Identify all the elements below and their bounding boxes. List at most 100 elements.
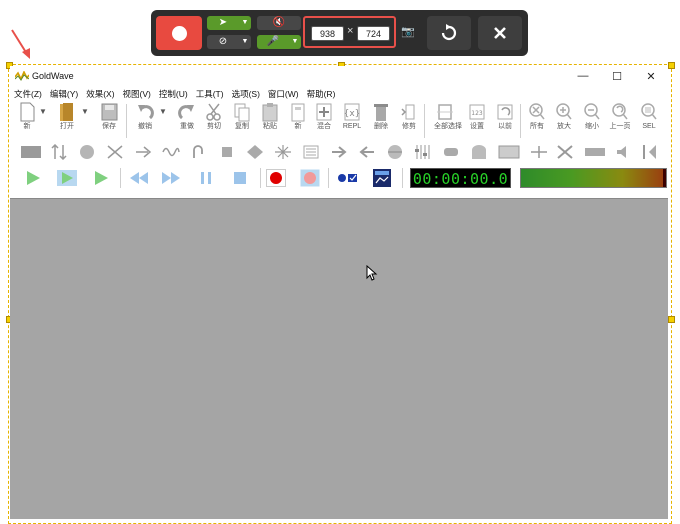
new-button[interactable]: 新 (16, 102, 38, 131)
mixer-sliders-icon[interactable] (414, 144, 432, 160)
main-toolbar: 新 ▼ 打开 ▼ 保存 撤销 ▼ 重做 剪切 复制 粘贴 新 混合 {x} RE… (10, 102, 668, 140)
record-selection-icon[interactable] (300, 169, 320, 187)
menu-help[interactable]: 帮助(R) (307, 88, 336, 100)
copy-icon (234, 103, 250, 122)
wave-icon[interactable] (162, 144, 180, 160)
invert-icon[interactable] (442, 144, 460, 160)
speaker-icon[interactable] (614, 144, 632, 160)
webcam-toggle[interactable]: ⊘ ▼ (207, 35, 251, 49)
times-label: × (347, 25, 354, 37)
chevron-down-icon[interactable]: ▼ (239, 16, 251, 30)
mix-button[interactable]: 混合 (313, 102, 335, 131)
replace-button[interactable]: {x} REPL (341, 102, 363, 131)
undo-dropdown[interactable]: ▼ (158, 102, 168, 122)
delete-button[interactable]: 删除 (370, 102, 392, 131)
copy-button[interactable]: 复制 (231, 102, 253, 131)
record-button[interactable] (156, 16, 202, 50)
reverb-icon[interactable] (530, 144, 548, 160)
menu-view[interactable]: 视图(V) (123, 88, 151, 100)
record-icon[interactable] (266, 169, 286, 187)
microphone-toggle[interactable]: 🎤 ▼ (257, 35, 301, 49)
save-button[interactable]: 保存 (98, 102, 120, 131)
svg-text:123: 123 (471, 110, 483, 117)
menu-tools[interactable]: 工具(T) (196, 88, 224, 100)
menu-window[interactable]: 窗口(W) (268, 88, 299, 100)
goldwave-logo-icon (15, 71, 29, 81)
spectrum-filter-icon[interactable] (498, 144, 520, 160)
toolbar-separator (402, 168, 403, 188)
flange-icon[interactable] (246, 144, 264, 160)
close-window-button[interactable]: ✕ (634, 70, 668, 83)
menu-options[interactable]: 选项(S) (232, 88, 260, 100)
resize-handle[interactable] (668, 316, 675, 323)
visual-settings-icon[interactable] (372, 168, 392, 188)
menu-edit[interactable]: 编辑(Y) (50, 88, 78, 100)
previous-label: 以前 (498, 123, 512, 130)
undo-button[interactable]: 撤销 (134, 102, 156, 131)
zoom-all-button[interactable]: 所有 (526, 102, 548, 131)
noise-reduction-icon[interactable] (470, 144, 488, 160)
workspace-area[interactable] (10, 198, 668, 519)
channel-icon[interactable] (640, 144, 658, 160)
compressor-icon[interactable] (78, 144, 96, 160)
stop-icon[interactable] (232, 170, 248, 186)
height-input[interactable]: 724 (357, 26, 390, 41)
minimize-button[interactable]: — (566, 70, 600, 83)
crossfade-icon[interactable] (106, 144, 124, 160)
select-all-button[interactable]: 全部选择 (434, 102, 462, 131)
reverse-icon[interactable] (190, 144, 208, 160)
width-input[interactable]: 938 (311, 26, 344, 41)
camera-icon[interactable]: 📷 (401, 25, 415, 38)
doppler-icon[interactable] (274, 144, 292, 160)
open-dropdown[interactable]: ▼ (80, 102, 90, 122)
redo-button[interactable]: 重做 (176, 102, 198, 131)
set-button[interactable]: 123 设置 (466, 102, 488, 131)
menu-effects[interactable]: 效果(X) (86, 88, 114, 100)
time-warp-icon[interactable] (584, 144, 606, 160)
new-file-icon (20, 102, 35, 122)
resize-handle[interactable] (668, 62, 675, 69)
cursor-toggle[interactable]: ➤ ▼ (207, 16, 251, 30)
chevron-down-icon[interactable]: ▼ (289, 35, 301, 49)
reset-icon (441, 24, 457, 41)
chevron-down-icon[interactable]: ▼ (239, 35, 251, 49)
zoom-in-button[interactable]: 放大 (553, 102, 575, 131)
trim-button[interactable]: 修剪 (398, 102, 420, 131)
previous-button[interactable]: 以前 (494, 102, 516, 131)
reset-button[interactable] (427, 16, 471, 50)
toolbar-separator (260, 168, 261, 188)
pan-icon[interactable] (386, 144, 404, 160)
arrow-right-icon[interactable] (330, 144, 348, 160)
maximize-button[interactable]: ☐ (600, 70, 634, 83)
menu-file[interactable]: 文件(Z) (14, 88, 42, 100)
system-audio-toggle[interactable]: 🔇 (257, 16, 301, 30)
silence-reduction-icon[interactable] (556, 144, 574, 160)
rewind-icon[interactable] (128, 170, 150, 186)
zoom-out-button[interactable]: 缩小 (581, 102, 603, 131)
volume-icon[interactable] (20, 144, 42, 160)
close-recorder-button[interactable] (478, 16, 522, 50)
open-button[interactable]: 打开 (56, 102, 78, 131)
zoom-selection-button[interactable]: SEL (638, 102, 660, 131)
equalizer-icon[interactable] (302, 144, 320, 160)
play-icon[interactable] (24, 170, 42, 186)
control-properties-icon[interactable] (336, 170, 358, 186)
play-from-start-icon[interactable] (92, 170, 110, 186)
zoom-selection-label: SEL (642, 123, 656, 130)
change-pitch-icon[interactable] (50, 144, 68, 160)
paste-new-button[interactable]: 新 (287, 102, 309, 131)
fade-in-icon[interactable] (134, 144, 152, 160)
previous-icon (497, 104, 513, 120)
select-all-icon (437, 104, 453, 120)
paste-button[interactable]: 粘贴 (259, 102, 281, 131)
new-dropdown[interactable]: ▼ (38, 102, 48, 122)
menu-control[interactable]: 控制(U) (159, 88, 188, 100)
fast-forward-icon[interactable] (160, 170, 182, 186)
mouse-cursor-icon (366, 265, 378, 281)
play-selection-icon[interactable] (56, 169, 78, 187)
echo-icon[interactable] (218, 144, 236, 160)
pause-icon[interactable] (198, 170, 214, 186)
prev-page-button[interactable]: 上一页 (609, 102, 631, 131)
cut-button[interactable]: 剪切 (203, 102, 225, 131)
arrow-left-icon[interactable] (358, 144, 376, 160)
